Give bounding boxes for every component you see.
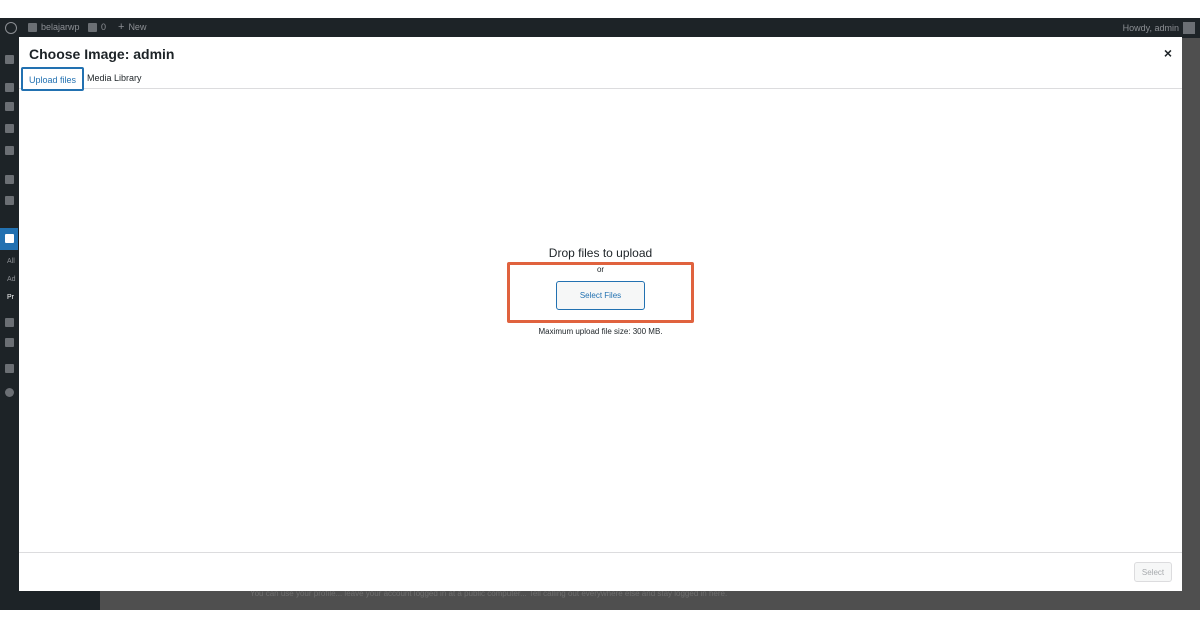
account-menu[interactable]: Howdy, admin <box>1123 22 1195 34</box>
comments-icon[interactable] <box>5 146 14 155</box>
plugins-icon[interactable] <box>5 196 14 205</box>
comment-icon <box>88 22 97 32</box>
new-content-link[interactable]: + New <box>118 20 147 33</box>
screenshot-canvas: belajarwp 0 + New Howdy, admin All Ad Pr… <box>0 0 1200 628</box>
collapse-menu-icon[interactable] <box>5 388 14 397</box>
select-files-button[interactable]: Select Files <box>556 281 645 310</box>
sidebar-item-users-active[interactable] <box>0 228 18 250</box>
modal-tabs: Upload files Media Library <box>19 67 1182 91</box>
sidebar-sub-item[interactable]: Ad <box>7 276 16 283</box>
tab-media-library[interactable]: Media Library <box>81 67 148 91</box>
modal-toolbar: Select <box>19 552 1182 591</box>
media-icon[interactable] <box>5 102 14 111</box>
users-icon <box>5 234 14 243</box>
admin-sidebar: All Ad Pr <box>0 38 18 610</box>
modal-title: Choose Image: admin <box>29 46 175 62</box>
max-upload-size: Maximum upload file size: 300 MB. <box>538 327 663 336</box>
sidebar-sub-item[interactable]: Pr <box>7 294 14 301</box>
site-name: belajarwp <box>41 22 80 32</box>
wordpress-logo[interactable] <box>5 22 17 34</box>
settings-icon[interactable] <box>5 338 14 347</box>
appearance-icon[interactable] <box>5 175 14 184</box>
wordpress-icon <box>5 22 17 34</box>
drop-title: Drop files to upload <box>548 246 653 260</box>
dashboard-icon[interactable] <box>5 55 14 64</box>
pages-icon[interactable] <box>5 124 14 133</box>
drop-zone-text: Drop files to upload or <box>19 246 1182 274</box>
howdy-text: Howdy, admin <box>1122 23 1179 33</box>
upload-area[interactable]: Drop files to upload or Select Files Max… <box>19 90 1182 552</box>
home-icon <box>28 22 37 32</box>
plus-icon: + <box>118 20 125 33</box>
select-button[interactable]: Select <box>1134 562 1172 582</box>
avatar <box>1183 22 1195 34</box>
pin-icon[interactable] <box>5 83 14 92</box>
media-modal: Choose Image: admin × Upload files Media… <box>19 37 1182 591</box>
sidebar-sub-item[interactable]: All <box>7 258 15 265</box>
comments-link[interactable]: 0 <box>88 22 106 32</box>
site-name-link[interactable]: belajarwp <box>28 22 80 32</box>
comments-count: 0 <box>101 22 107 32</box>
or-text: or <box>596 265 605 274</box>
new-label: New <box>128 22 147 32</box>
close-button[interactable]: × <box>1164 45 1172 61</box>
tools-icon[interactable] <box>5 318 14 327</box>
network-icon[interactable] <box>5 364 14 373</box>
tab-upload-files[interactable]: Upload files <box>21 67 85 91</box>
admin-bar: belajarwp 0 + New Howdy, admin <box>0 18 1200 38</box>
